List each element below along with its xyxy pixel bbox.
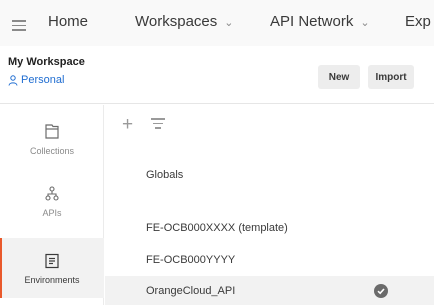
top-nav: Home Workspaces ⌄ API Network ⌄ Exp (0, 0, 434, 46)
nav-api-network-label: API Network (270, 13, 354, 30)
globals-row[interactable]: Globals (105, 160, 434, 190)
environment-name: OrangeCloud_API (146, 285, 236, 297)
chevron-down-icon: ⌄ (360, 16, 370, 29)
nav-workspaces[interactable]: Workspaces ⌄ (135, 13, 233, 30)
nav-home[interactable]: Home (48, 13, 88, 30)
sidebar: Collections APIs Environments (0, 105, 104, 305)
sidebar-item-collections[interactable]: Collections (0, 109, 104, 169)
nav-workspaces-label: Workspaces (135, 13, 218, 30)
environment-name: FE-OCB000XXXX (template) (146, 222, 288, 234)
list-item[interactable]: FE-OCB000YYYY (105, 245, 434, 275)
workspace-name: My Workspace (8, 56, 85, 68)
nav-explore[interactable]: Exp (405, 13, 431, 30)
chevron-down-icon: ⌄ (224, 16, 234, 29)
workspace-visibility[interactable]: Personal (8, 74, 64, 86)
sidebar-item-apis[interactable]: APIs (0, 171, 104, 231)
active-check-icon[interactable] (374, 284, 388, 298)
filter-icon[interactable] (151, 118, 165, 130)
menu-icon[interactable] (12, 20, 26, 31)
apis-icon (45, 185, 59, 201)
person-icon (8, 74, 18, 86)
environments-toolbar: + (105, 105, 434, 147)
sidebar-item-environments[interactable]: Environments (0, 238, 104, 298)
workspace-header: My Workspace Personal New Import (0, 46, 434, 104)
environments-panel: + Globals FE-OCB000XXXX (template) FE-OC… (105, 105, 434, 305)
list-item[interactable]: OrangeCloud_API (105, 276, 434, 305)
sidebar-item-label: Environments (24, 274, 80, 285)
environments-icon (45, 253, 59, 268)
environment-name: FE-OCB000YYYY (146, 254, 236, 266)
nav-api-network[interactable]: API Network ⌄ (270, 13, 370, 30)
sidebar-item-label: Collections (29, 145, 75, 156)
import-button[interactable]: Import (368, 65, 414, 89)
sidebar-item-label: APIs (42, 207, 62, 218)
globals-label: Globals (146, 169, 184, 181)
plus-icon[interactable]: + (122, 115, 133, 134)
new-button[interactable]: New (318, 65, 360, 89)
workspace-visibility-label: Personal (21, 74, 65, 86)
collections-icon (45, 123, 59, 139)
list-item[interactable]: FE-OCB000XXXX (template) (105, 213, 434, 243)
